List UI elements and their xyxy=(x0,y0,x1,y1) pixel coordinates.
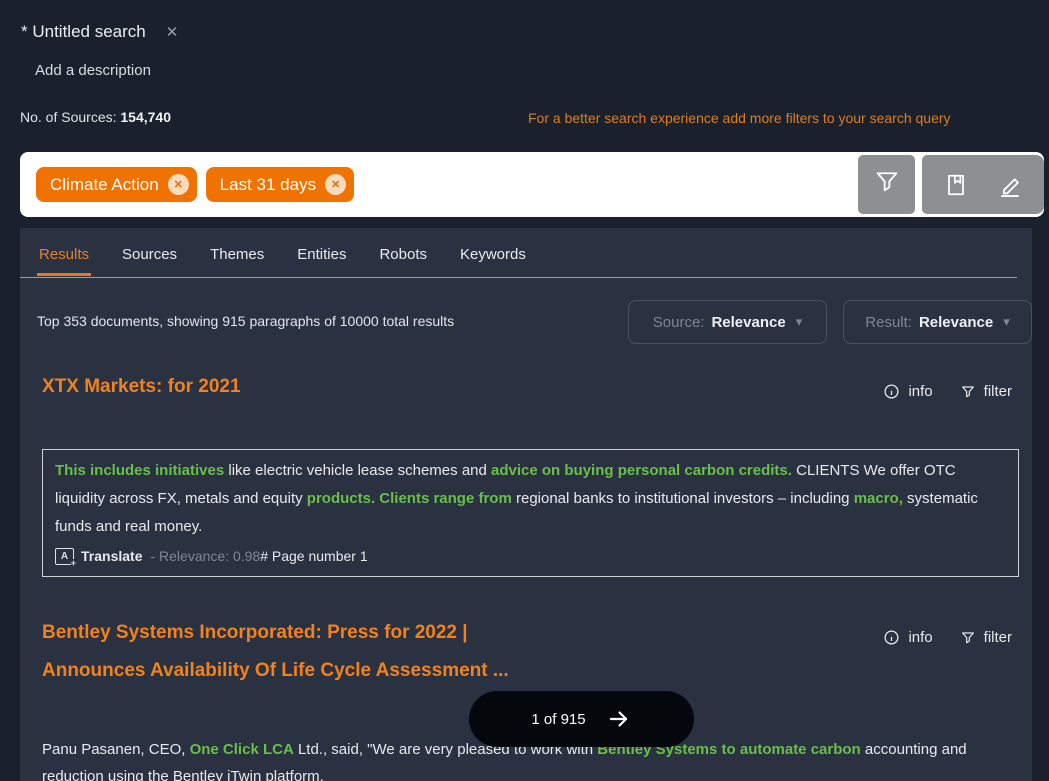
source-sort-label: Source: xyxy=(653,314,705,331)
search-bar[interactable]: Climate Action ✕ Last 31 days ✕ xyxy=(20,152,1044,217)
bookmark-icon xyxy=(943,171,969,199)
result-sort-dropdown[interactable]: Result: Relevance ▾ xyxy=(843,300,1032,344)
result-title-line: Announces Availability Of Life Cycle Ass… xyxy=(42,652,509,690)
filter-hint-text: For a better search experience add more … xyxy=(528,110,951,126)
tab-entities[interactable]: Entities xyxy=(295,238,348,276)
searchbar-action-group xyxy=(922,155,1044,214)
query-chips: Climate Action ✕ Last 31 days ✕ xyxy=(36,167,354,202)
relevance-score: - Relevance: 0.98 xyxy=(150,548,260,564)
source-sort-dropdown[interactable]: Source: Relevance ▾ xyxy=(628,300,827,344)
paragraph-segment: regional banks to institutional investor… xyxy=(512,490,854,507)
info-button[interactable]: info xyxy=(883,383,932,400)
result-title[interactable]: XTX Markets: for 2021 xyxy=(42,368,241,406)
info-label: info xyxy=(908,629,932,646)
translate-plus: + xyxy=(71,559,76,568)
result-paragraph: This includes initiatives like electric … xyxy=(55,457,1006,541)
filter-button[interactable] xyxy=(858,155,915,214)
info-label: info xyxy=(908,383,932,400)
source-sort-value: Relevance xyxy=(711,314,785,331)
chip-close-icon[interactable]: ✕ xyxy=(325,174,346,195)
result-title[interactable]: Bentley Systems Incorporated: Press for … xyxy=(42,614,509,690)
sources-count-row: No. of Sources: 154,740 xyxy=(20,109,171,125)
funnel-icon xyxy=(960,384,976,400)
query-chip[interactable]: Last 31 days ✕ xyxy=(206,167,354,202)
pagination-pill: 1 of 915 xyxy=(469,691,694,747)
tab-sources[interactable]: Sources xyxy=(120,238,179,276)
tab-bar: Results Sources Themes Entities Robots Keywor… xyxy=(37,238,528,276)
sources-label: No. of Sources: xyxy=(20,109,117,125)
paragraph-segment: One Click LCA xyxy=(190,741,294,758)
add-description-field[interactable]: Add a description xyxy=(35,62,151,79)
query-chip[interactable]: Climate Action ✕ xyxy=(36,167,197,202)
filter-result-button[interactable]: filter xyxy=(960,383,1012,400)
search-title: * Untitled search xyxy=(21,22,146,42)
result-sort-value: Relevance xyxy=(919,314,993,331)
result-sort-label: Result: xyxy=(865,314,912,331)
paragraph-segment: This includes initiatives xyxy=(55,462,224,479)
sources-count: 154,740 xyxy=(120,109,171,125)
chevron-down-icon: ▾ xyxy=(1003,314,1010,330)
result-title-line: Bentley Systems Incorporated: Press for … xyxy=(42,614,509,652)
save-search-button[interactable] xyxy=(936,159,976,211)
info-button[interactable]: info xyxy=(883,629,932,646)
arrow-right-icon xyxy=(606,706,632,732)
search-title-row: * Untitled search ✕ xyxy=(21,22,178,42)
translate-button[interactable]: Translate xyxy=(81,548,142,564)
result-actions: info filter xyxy=(883,383,1012,400)
chip-close-icon[interactable]: ✕ xyxy=(168,174,189,195)
funnel-icon xyxy=(960,630,976,646)
query-chip-label: Last 31 days xyxy=(220,175,316,195)
translate-letter: A xyxy=(61,551,68,562)
info-icon xyxy=(883,383,900,400)
info-icon xyxy=(883,629,900,646)
paragraph-segment: advice on buying personal carbon credits… xyxy=(491,462,792,479)
results-summary: Top 353 documents, showing 915 paragraph… xyxy=(37,313,454,329)
translate-icon: A + xyxy=(55,548,74,565)
filter-result-button[interactable]: filter xyxy=(960,629,1012,646)
chevron-down-icon: ▾ xyxy=(796,314,803,330)
pencil-icon xyxy=(996,171,1024,199)
funnel-icon xyxy=(873,168,901,201)
result-actions: info filter xyxy=(883,629,1012,646)
tab-results[interactable]: Results xyxy=(37,238,91,276)
page-number: # Page number 1 xyxy=(260,548,367,564)
result-paragraph-box[interactable]: This includes initiatives like electric … xyxy=(42,449,1019,577)
search-app: * Untitled search ✕ Add a description No… xyxy=(0,0,1049,781)
tab-robots[interactable]: Robots xyxy=(377,238,429,276)
filter-label: filter xyxy=(984,629,1012,646)
tab-divider xyxy=(20,277,1017,278)
paragraph-segment: macro, xyxy=(854,490,903,507)
tab-keywords[interactable]: Keywords xyxy=(458,238,528,276)
paragraph-meta: A + Translate - Relevance: 0.98 # Page n… xyxy=(55,545,1006,567)
filter-label: filter xyxy=(984,383,1012,400)
edit-search-button[interactable] xyxy=(990,159,1030,211)
pagination-label: 1 of 915 xyxy=(531,711,585,728)
paragraph-segment: products. Clients range from xyxy=(307,490,512,507)
tab-themes[interactable]: Themes xyxy=(208,238,266,276)
query-chip-label: Climate Action xyxy=(50,175,159,195)
paragraph-segment: Panu Pasanen, CEO, xyxy=(42,741,190,758)
next-page-button[interactable] xyxy=(606,706,632,732)
paragraph-segment: like electric vehicle lease schemes and xyxy=(224,462,491,479)
close-icon[interactable]: ✕ xyxy=(166,25,179,40)
